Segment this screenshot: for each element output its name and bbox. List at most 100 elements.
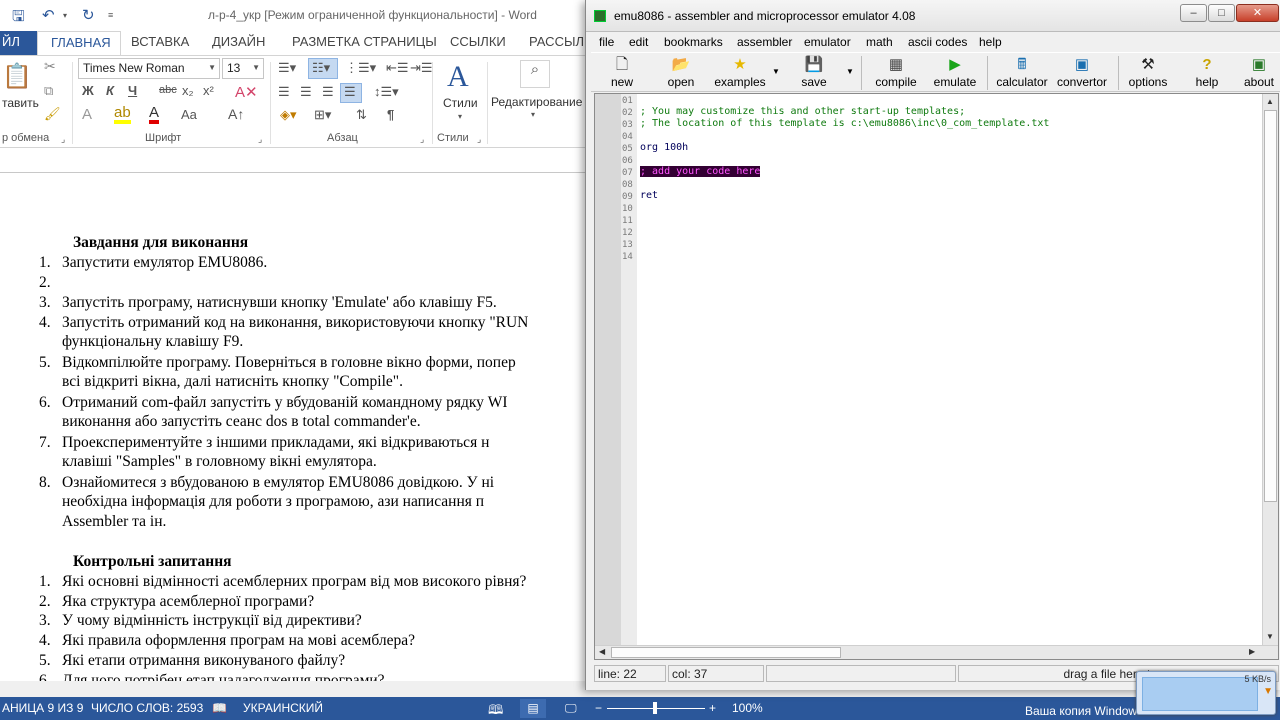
tab-design[interactable]: ДИЗАЙН [212,34,265,49]
examples-button[interactable]: ★ examples [712,53,768,93]
superscript-button[interactable]: x² [203,83,214,98]
increase-indent-icon[interactable]: ⇥☰ [410,60,433,76]
convertor-button[interactable]: ▣ convertor [1054,53,1110,93]
chevron-down-icon[interactable]: ▾ [458,112,462,121]
highlight-icon[interactable]: ab [114,105,131,124]
font-launcher-icon[interactable]: ⌟ [258,134,262,145]
menu-ascii-codes[interactable]: ascii codes [908,35,967,49]
vertical-scroll-thumb[interactable] [1264,110,1277,502]
tab-references[interactable]: ССЫЛКИ [450,34,506,49]
undo-icon[interactable]: ↶ [42,6,55,24]
multilevel-list-icon[interactable]: ⋮☰▾ [345,60,376,76]
font-color-icon[interactable]: A [149,105,160,124]
menu-edit[interactable]: edit [629,35,648,49]
menu-bookmarks[interactable]: bookmarks [664,35,723,49]
options-button[interactable]: ⚒ options [1120,53,1176,93]
subscript-button[interactable]: x₂ [182,83,194,98]
bookmark-margin[interactable] [595,94,621,647]
examples-dropdown-icon[interactable]: ▼ [772,67,780,76]
paste-button[interactable]: тавить [2,96,39,110]
network-monitor-widget[interactable]: 5 KB/s ▼ [1136,671,1276,715]
menu-help[interactable]: help [979,35,1002,49]
zoom-level[interactable]: 100% [732,701,763,715]
horizontal-scrollbar[interactable]: ◀ ▶ [595,645,1278,659]
styles-icon[interactable]: A [447,60,469,94]
web-layout-icon[interactable]: 🖵 [565,701,577,716]
line-spacing-icon[interactable]: ↕☰▾ [374,84,399,100]
close-button[interactable]: ✕ [1236,4,1279,22]
clear-formatting-icon[interactable]: A✕ [235,83,258,101]
compile-button[interactable]: ▦ compile [868,53,924,93]
styles-launcher-icon[interactable]: ⌟ [477,134,481,145]
menu-math[interactable]: math [866,35,893,49]
shading-icon[interactable]: ◈▾ [280,107,297,123]
tab-file[interactable]: ЙЛ [0,31,37,55]
word-count[interactable]: ЧИСЛО СЛОВ: 2593 [91,701,203,715]
proofing-icon[interactable]: 📖 [212,701,227,715]
paste-icon[interactable]: 📋 [2,62,32,91]
tab-mailings[interactable]: РАССЫЛК [529,34,592,49]
scroll-left-icon[interactable]: ◀ [599,647,605,656]
binoculars-icon[interactable]: ⌕ [520,60,550,88]
align-right-icon[interactable]: ☰ [322,84,334,100]
numbering-icon[interactable]: ☷▾ [312,60,330,76]
maximize-button[interactable]: □ [1208,4,1235,22]
scroll-up-icon[interactable]: ▲ [1266,97,1274,106]
customize-quick-access-icon[interactable]: ≡ [108,10,113,20]
strikethrough-button[interactable]: abc [159,84,177,96]
borders-icon[interactable]: ⊞▾ [314,107,331,123]
zoom-out-icon[interactable]: − [595,701,602,715]
print-layout-icon[interactable]: ▤ [520,699,546,718]
tab-page-layout[interactable]: РАЗМЕТКА СТРАНИЦЫ [292,34,437,49]
bullets-icon[interactable]: ☰▾ [278,60,296,76]
zoom-in-icon[interactable]: + [709,701,716,715]
redo-icon[interactable]: ↻ [82,6,95,24]
page-count[interactable]: АНИЦА 9 ИЗ 9 [2,701,83,715]
save-dropdown-icon[interactable]: ▼ [846,67,854,76]
cut-icon[interactable]: ✂ [44,58,56,75]
emulate-button[interactable]: ▶ emulate [927,53,983,93]
font-name-combo[interactable]: Times New Roman ▼ [78,58,220,79]
undo-dropdown-icon[interactable]: ▾ [63,11,67,20]
vertical-scrollbar[interactable]: ▲ ▼ [1262,94,1278,647]
menu-assembler[interactable]: assembler [737,35,792,49]
sort-icon[interactable]: ⇅ [356,107,367,123]
menu-emulator[interactable]: emulator [804,35,851,49]
read-mode-icon[interactable]: 🕮 [488,701,503,720]
editing-button[interactable]: Редактирование [491,95,582,109]
language-indicator[interactable]: УКРАИНСКИЙ [243,701,323,715]
about-button[interactable]: ▣ about [1237,53,1280,93]
new-button[interactable]: 🗋 new [594,53,650,93]
open-button[interactable]: 📂 open [653,53,709,93]
tab-insert[interactable]: ВСТАВКА [131,34,189,49]
grow-font-icon[interactable]: A↑ [228,106,244,122]
save-icon[interactable]: 🖫 [12,6,25,31]
help-button[interactable]: ? help [1179,53,1235,93]
horizontal-scroll-thumb[interactable] [611,647,841,658]
text-effects-icon[interactable]: A [82,106,92,123]
justify-icon[interactable]: ☰ [344,84,356,100]
styles-button[interactable]: Стили [443,96,478,110]
align-left-icon[interactable]: ☰ [278,84,290,100]
change-case-button[interactable]: Aa [181,107,197,122]
underline-button[interactable]: Ч [128,83,137,98]
clipboard-launcher-icon[interactable]: ⌟ [61,134,65,145]
scroll-down-icon[interactable]: ▼ [1266,632,1274,641]
zoom-slider-thumb[interactable] [653,702,657,714]
tab-home[interactable]: ГЛАВНАЯ [37,31,121,55]
bold-button[interactable]: Ж [82,83,94,98]
italic-button[interactable]: К [106,83,114,98]
menu-file[interactable]: file [599,35,614,49]
paragraph-launcher-icon[interactable]: ⌟ [420,134,424,145]
decrease-indent-icon[interactable]: ⇤☰ [386,60,409,76]
font-size-combo[interactable]: 13 ▼ [222,58,264,79]
calculator-button[interactable]: 🖩 calculator [994,53,1050,93]
scroll-right-icon[interactable]: ▶ [1249,647,1255,656]
align-center-icon[interactable]: ☰ [300,84,312,100]
save-button[interactable]: 💾 save [786,53,842,93]
code-editor[interactable]: 01 02 03 04 05 06 07 08 09 10 11 12 13 1… [594,93,1279,660]
format-painter-icon[interactable]: 🖌 [44,106,61,122]
copy-icon[interactable]: ⧉ [44,83,53,99]
minimize-button[interactable]: – [1180,4,1207,22]
chevron-down-icon[interactable]: ▾ [531,110,535,119]
